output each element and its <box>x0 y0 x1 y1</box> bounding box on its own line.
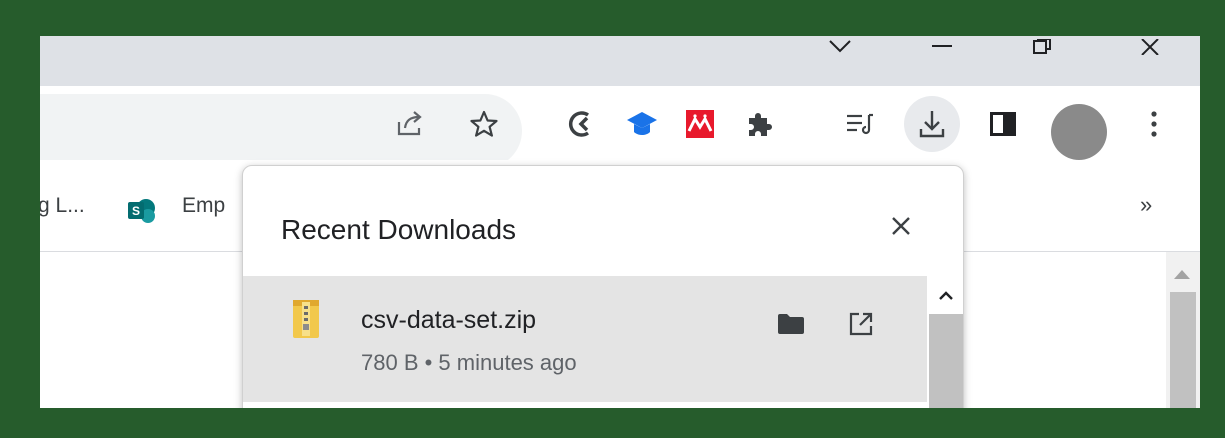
restore-icon <box>1033 39 1051 54</box>
downloads-scrollbar-thumb[interactable] <box>929 314 963 408</box>
show-in-folder-button[interactable] <box>771 304 811 344</box>
chrome-menu-button[interactable] <box>1128 96 1180 152</box>
tab-search-button[interactable] <box>810 36 870 58</box>
page-scrollbar-thumb[interactable] <box>1170 292 1196 408</box>
scroll-up-arrow-icon[interactable] <box>1174 270 1190 279</box>
title-bar <box>40 36 1200 86</box>
bookmarks-overflow-button[interactable]: » <box>1140 192 1152 218</box>
minimize-button[interactable] <box>912 36 972 58</box>
zip-file-icon <box>293 300 319 338</box>
downloads-button[interactable] <box>904 96 960 152</box>
puzzle-icon <box>749 113 772 136</box>
download-item[interactable]: csv-data-set.zip 780 B • 5 minutes ago <box>243 276 927 402</box>
extension-c-button[interactable] <box>555 96 607 152</box>
share-button[interactable] <box>384 96 436 152</box>
bookmark-item[interactable]: g L... <box>40 194 85 218</box>
graduation-cap-icon <box>627 112 657 135</box>
extension-cap-button[interactable] <box>616 96 668 152</box>
downloads-scrollbar[interactable] <box>927 276 963 408</box>
downloads-bubble: Recent Downloads csv-data-set.zip 780 B … <box>242 165 964 408</box>
chevron-down-icon <box>829 40 851 53</box>
close-icon <box>1141 39 1159 55</box>
downloads-title: Recent Downloads <box>281 214 517 245</box>
downloads-close-button[interactable] <box>881 206 921 246</box>
media-controls-button[interactable] <box>834 96 886 152</box>
browser-toolbar <box>40 86 1200 168</box>
page-scrollbar[interactable] <box>1166 252 1200 408</box>
red-extension-icon <box>686 110 714 138</box>
extensions-button[interactable] <box>733 96 785 152</box>
minimize-icon <box>932 45 952 47</box>
share-icon <box>397 111 422 136</box>
chevron-up-icon[interactable] <box>938 290 954 300</box>
bookmark-star-button[interactable] <box>458 96 510 152</box>
download-file-meta: 780 B • 5 minutes ago <box>361 350 577 375</box>
address-bar[interactable] <box>40 94 522 168</box>
download-file-name[interactable]: csv-data-set.zip <box>361 306 536 335</box>
profile-avatar[interactable] <box>1051 104 1107 160</box>
media-list-icon <box>847 113 873 135</box>
sharepoint-icon: S <box>128 199 155 223</box>
close-window-button[interactable] <box>1120 36 1180 58</box>
open-file-button[interactable] <box>841 304 881 344</box>
extension-c-icon <box>568 111 590 137</box>
open-in-new-icon <box>849 312 873 336</box>
side-panel-button[interactable] <box>977 96 1029 152</box>
side-panel-icon <box>990 112 1016 136</box>
extension-red-button[interactable] <box>674 96 726 152</box>
star-icon <box>470 110 498 137</box>
folder-icon <box>778 314 804 334</box>
bookmark-item[interactable]: Emp <box>182 194 225 218</box>
svg-text:S: S <box>132 204 140 218</box>
close-icon <box>892 217 910 235</box>
browser-window: g L... S Emp » Recent Downloads csv-data… <box>40 36 1200 408</box>
restore-button[interactable] <box>1012 36 1072 58</box>
download-icon <box>919 111 945 138</box>
menu-dots-icon <box>1151 111 1157 137</box>
